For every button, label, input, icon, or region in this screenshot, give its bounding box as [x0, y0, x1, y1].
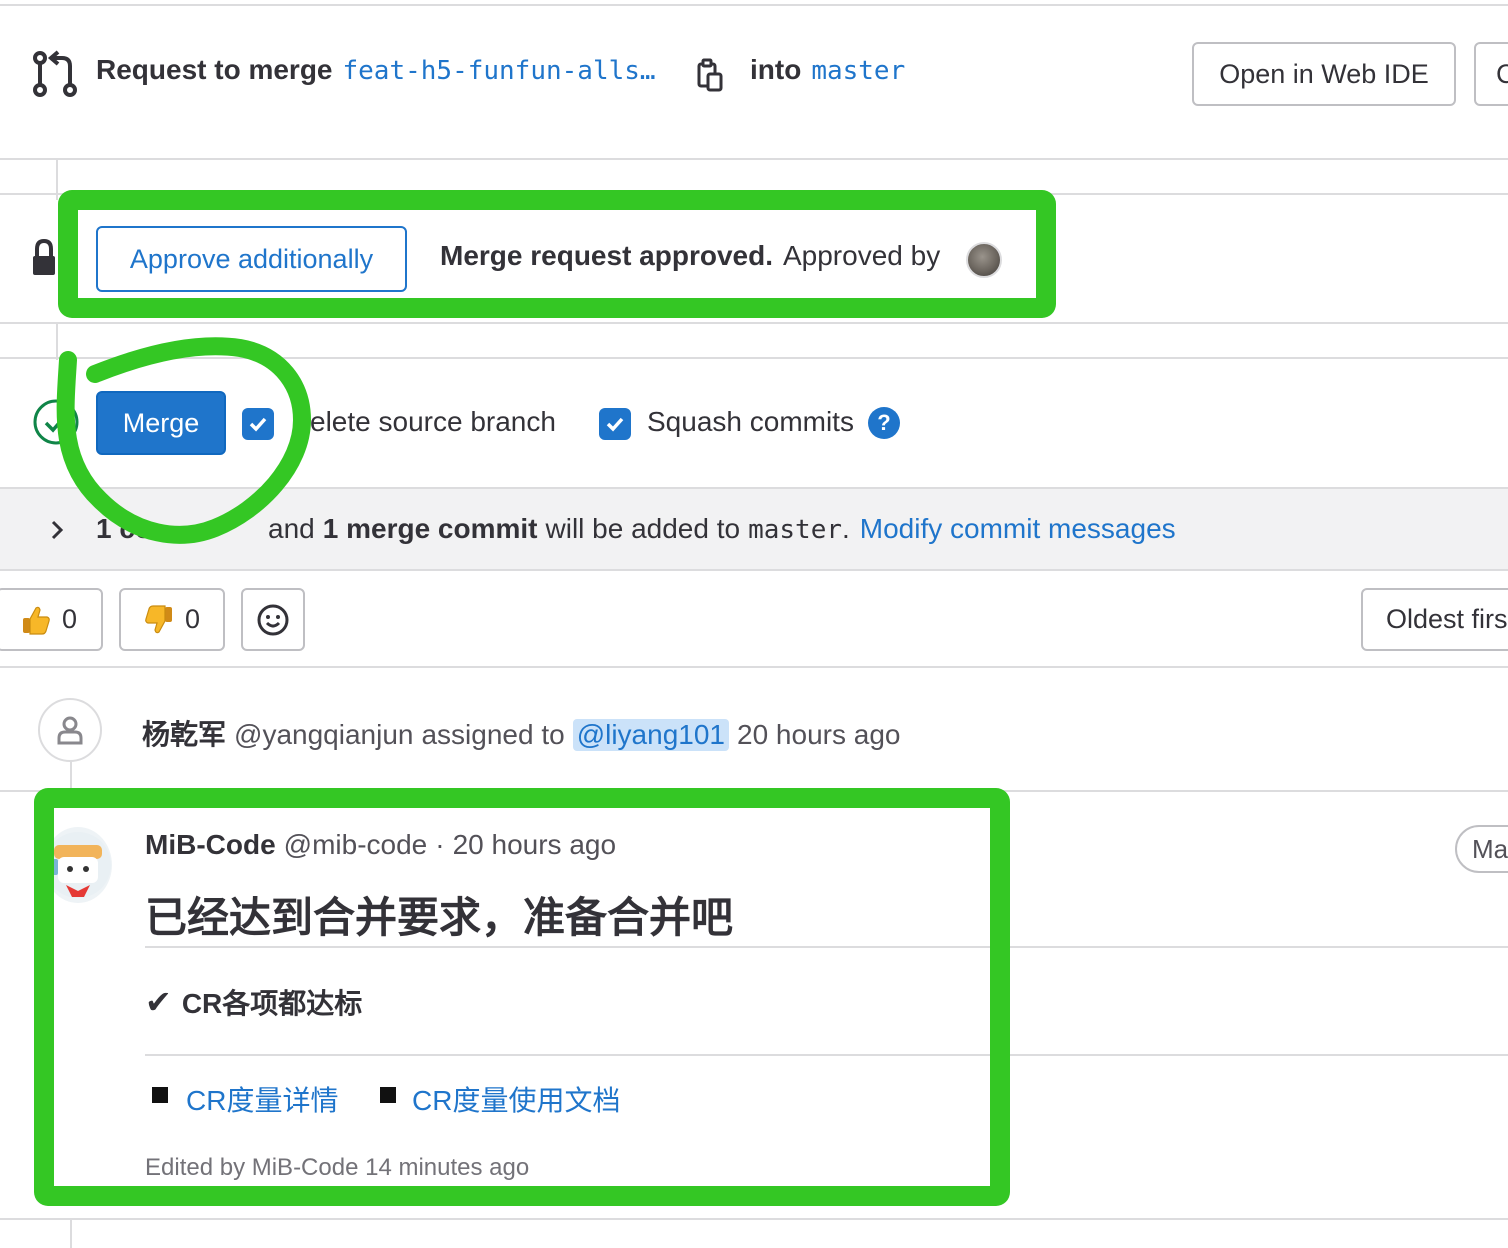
comment-check-line: ✔ CR各项都达标 — [145, 982, 362, 1022]
user-icon — [57, 716, 83, 745]
system-note-avatar — [38, 698, 102, 762]
add-reaction-button[interactable] — [241, 588, 305, 651]
comment-check-text: CR各项都达标 — [181, 988, 363, 1019]
timeline-line — [56, 322, 58, 360]
approval-section-bottom-border — [0, 322, 1508, 324]
source-branch-link[interactable]: feat-h5-funfun-alls… — [343, 56, 656, 86]
chevron-right-icon[interactable] — [48, 518, 66, 542]
commit-and: and — [268, 513, 315, 544]
smiley-icon — [257, 604, 289, 635]
reactions-divider — [0, 666, 1508, 668]
comment-author-avatar[interactable] — [44, 827, 112, 903]
thumbs-up-button[interactable]: 0 — [0, 588, 103, 651]
thumbs-up-count: 0 — [62, 604, 78, 634]
thumbs-down-count: 0 — [185, 604, 201, 634]
merge-commit-count: 1 merge commit — [322, 513, 538, 544]
merge-button[interactable]: Merge — [96, 391, 226, 455]
modify-commit-messages-link[interactable]: Modify commit messages — [860, 513, 1176, 545]
commit-period: . — [842, 513, 850, 544]
system-note-time: 20 hours ago — [737, 719, 901, 750]
system-note-author-handle[interactable]: @yangqianjun — [234, 719, 413, 751]
comment-author-handle[interactable]: @mib-code — [284, 829, 428, 861]
copy-branch-icon[interactable] — [696, 58, 724, 92]
comment-header: MiB-Code @mib-code · 20 hours ago — [145, 829, 616, 861]
delete-source-label: elete source branch — [310, 406, 556, 437]
approval-status: Merge request approved. Approved by — [440, 240, 940, 272]
bullet-square-icon — [152, 1087, 168, 1103]
approval-section-top-border — [0, 193, 1508, 195]
approval-status-bold: Merge request approved. — [440, 240, 773, 271]
checkmark-icon — [249, 417, 267, 432]
assignee-mention[interactable]: @liyang101 — [572, 719, 729, 751]
request-to-merge-label: Request to merge — [96, 54, 333, 85]
role-badge: Mai — [1455, 825, 1508, 873]
sort-order-dropdown[interactable]: Oldest firs — [1361, 588, 1508, 651]
approve-additionally-button[interactable]: Approve additionally — [96, 226, 407, 292]
comment-time[interactable]: 20 hours ago — [453, 829, 616, 861]
open-web-ide-button[interactable]: Open in Web IDE — [1192, 42, 1456, 106]
comment-section-divider — [145, 1054, 1508, 1056]
thumbs-up-icon — [20, 604, 52, 636]
comment-title: 已经达到合并要求，准备合并吧 — [145, 894, 734, 941]
comment-header-separator: · — [435, 829, 445, 860]
approval-lock-icon — [30, 238, 58, 278]
checkmark-icon — [606, 417, 624, 432]
pipeline-success-icon — [32, 398, 80, 446]
target-branch-group: into master — [750, 54, 905, 86]
bullet-square-icon — [380, 1087, 396, 1103]
cr-metrics-doc-link[interactable]: CR度量使用文档 — [412, 1079, 620, 1119]
system-note-text: 杨乾军 @yangqianjun assigned to @liyang101 … — [142, 713, 900, 753]
code-dropdown-button[interactable]: C — [1474, 42, 1508, 106]
check-mark-icon: ✔ — [145, 984, 172, 1020]
commit-info-text: 1 co and 1 merge commit will be added to… — [96, 513, 1176, 545]
comment-author-name[interactable]: MiB-Code — [145, 829, 276, 861]
merge-section-top-border — [0, 357, 1508, 359]
timeline-line — [70, 760, 72, 790]
help-icon[interactable]: ? — [868, 407, 900, 439]
approver-avatar[interactable] — [966, 242, 1002, 278]
cr-metrics-detail-link[interactable]: CR度量详情 — [186, 1079, 338, 1119]
commit-count: 1 co — [96, 513, 153, 544]
delete-source-checkbox[interactable] — [242, 408, 274, 440]
thumbs-down-button[interactable]: 0 — [119, 588, 225, 651]
comment-title-divider — [145, 946, 1508, 948]
timeline-line — [70, 1218, 72, 1248]
thumbs-down-icon — [143, 604, 175, 636]
into-label: into — [750, 54, 802, 85]
comment-edited-note: Edited by MiB-Code 14 minutes ago — [145, 1154, 530, 1181]
system-note-author-name[interactable]: 杨乾军 — [142, 713, 226, 753]
squash-commits-label: Squash commits — [647, 406, 854, 437]
squash-commits-checkbox[interactable] — [599, 408, 631, 440]
will-be-added-text: will be added to — [545, 513, 741, 544]
approved-by-label: Approved by — [782, 240, 941, 271]
commit-target-branch: master — [748, 515, 842, 545]
merge-request-icon — [30, 50, 80, 98]
merge-title: Request to merge feat-h5-funfun-alls… — [96, 54, 656, 86]
system-note-action: assigned to — [421, 719, 565, 750]
target-branch-link[interactable]: master — [811, 56, 905, 86]
